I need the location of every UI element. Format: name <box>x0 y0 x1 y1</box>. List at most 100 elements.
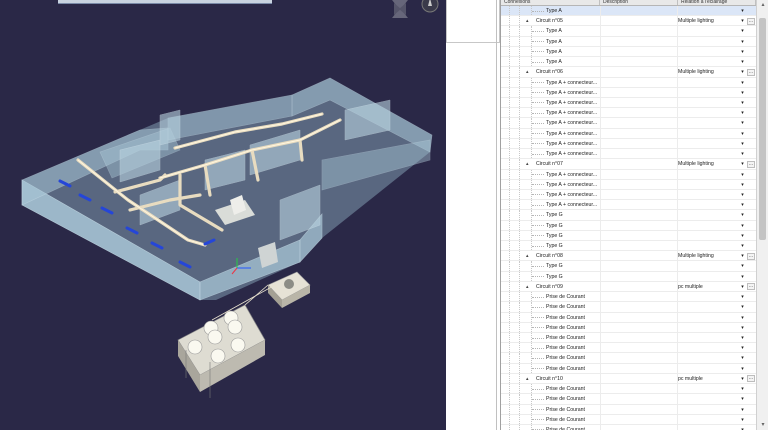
table-row[interactable]: Type G ▾ <box>501 210 757 221</box>
ellipsis-button[interactable]: ... <box>747 68 755 76</box>
table-row[interactable]: Prise de Courant ▾ <box>501 333 757 344</box>
table-row[interactable]: Type G ▾ <box>501 241 757 252</box>
dropdown-arrow-icon[interactable]: ▾ <box>739 131 746 137</box>
dropdown-arrow-icon[interactable]: ▾ <box>739 345 746 351</box>
view-cube-icon[interactable] <box>392 0 408 18</box>
description-cell[interactable] <box>600 333 679 343</box>
circuit-row[interactable]: ▴ Circuit n°08 Multiple lighting ▾... <box>501 251 757 262</box>
description-cell[interactable] <box>600 200 679 210</box>
table-row[interactable]: Prise de Courant ▾ <box>501 404 757 415</box>
description-cell[interactable] <box>600 159 679 169</box>
dropdown-arrow-icon[interactable]: ▾ <box>739 212 746 218</box>
description-cell[interactable] <box>600 220 679 230</box>
dropdown-arrow-icon[interactable]: ▾ <box>739 151 746 157</box>
ellipsis-button[interactable]: ... <box>747 252 755 260</box>
dropdown-arrow-icon[interactable]: ▾ <box>739 8 746 14</box>
vertical-scrollbar[interactable]: ▴ ▾ <box>756 0 768 430</box>
description-cell[interactable] <box>600 363 679 373</box>
scroll-down-icon[interactable]: ▾ <box>759 421 767 429</box>
dropdown-arrow-icon[interactable]: ▾ <box>739 161 746 167</box>
description-cell[interactable] <box>600 261 679 271</box>
dropdown-arrow-icon[interactable]: ▾ <box>739 253 746 259</box>
table-row[interactable]: Type A + connecteur... ▾ <box>501 189 757 201</box>
dropdown-arrow-icon[interactable]: ▾ <box>739 274 746 280</box>
circuit-row[interactable]: ▴ Circuit n°06 Multiple lighting ▾... <box>501 67 757 78</box>
circuit-tree-grid[interactable]: Connexions Description Relation à l'écla… <box>500 0 757 430</box>
ellipsis-button[interactable]: ... <box>747 283 755 291</box>
table-row[interactable]: Type A ▾ <box>501 46 757 58</box>
description-cell[interactable] <box>600 281 679 292</box>
description-cell[interactable] <box>600 353 679 363</box>
ellipsis-button[interactable]: ... <box>747 375 755 383</box>
dropdown-arrow-icon[interactable]: ▾ <box>739 28 746 34</box>
description-cell[interactable] <box>600 67 679 77</box>
dropdown-arrow-icon[interactable]: ▾ <box>739 407 746 413</box>
collapse-toggle-icon[interactable]: ▴ <box>526 376 529 382</box>
dropdown-arrow-icon[interactable]: ▾ <box>739 69 746 75</box>
description-cell[interactable] <box>600 394 679 404</box>
dropdown-arrow-icon[interactable]: ▾ <box>739 335 746 341</box>
dropdown-arrow-icon[interactable]: ▾ <box>739 172 746 178</box>
description-cell[interactable] <box>600 128 679 138</box>
dropdown-arrow-icon[interactable]: ▾ <box>739 49 746 55</box>
3d-viewport[interactable] <box>0 0 446 430</box>
collapse-toggle-icon[interactable]: ▴ <box>526 161 529 167</box>
table-row[interactable]: Type A + connecteur... ▾ <box>501 200 757 211</box>
description-cell[interactable] <box>600 36 679 46</box>
dropdown-arrow-icon[interactable]: ▾ <box>739 315 746 321</box>
dropdown-arrow-icon[interactable]: ▾ <box>739 376 746 382</box>
table-row[interactable]: Type A ▾ <box>501 26 757 37</box>
dropdown-arrow-icon[interactable]: ▾ <box>739 243 746 249</box>
dropdown-arrow-icon[interactable]: ▾ <box>739 39 746 45</box>
table-row[interactable]: Prise de Courant ▾ <box>501 424 757 430</box>
dropdown-arrow-icon[interactable]: ▾ <box>739 304 746 310</box>
table-row[interactable]: Type G ▾ <box>501 220 757 231</box>
relation-value[interactable]: Multiple lighting <box>678 69 738 75</box>
dropdown-arrow-icon[interactable]: ▾ <box>739 294 746 300</box>
description-cell[interactable] <box>600 169 679 179</box>
table-row[interactable]: Type A ▾ <box>501 36 757 47</box>
dropdown-arrow-icon[interactable]: ▾ <box>739 18 746 24</box>
description-cell[interactable] <box>600 322 679 332</box>
relation-value[interactable]: pc multiple <box>678 284 738 290</box>
description-cell[interactable] <box>600 424 679 430</box>
description-cell[interactable] <box>600 97 679 108</box>
table-row[interactable]: Type A + connecteur... ▾ <box>501 118 757 129</box>
dropdown-arrow-icon[interactable]: ▾ <box>739 141 746 147</box>
table-row[interactable]: Type A + connecteur... ▾ <box>501 77 757 88</box>
collapse-toggle-icon[interactable]: ▴ <box>526 284 529 290</box>
table-row[interactable]: Type A + connecteur... ▾ <box>501 149 757 160</box>
column-header-relation[interactable]: Relation à l'éclairage <box>678 0 756 5</box>
dropdown-arrow-icon[interactable]: ▾ <box>739 355 746 361</box>
dropdown-arrow-icon[interactable]: ▾ <box>739 59 746 65</box>
dropdown-arrow-icon[interactable]: ▾ <box>739 192 746 198</box>
column-header-description[interactable]: Description <box>600 0 678 5</box>
dropdown-arrow-icon[interactable]: ▾ <box>739 182 746 188</box>
table-row[interactable]: Type G ▾ <box>501 271 757 282</box>
description-cell[interactable] <box>600 271 679 281</box>
table-row[interactable]: Prise de Courant ▾ <box>501 414 757 425</box>
table-row[interactable]: Prise de Courant ▾ <box>501 384 757 395</box>
relation-value[interactable]: pc multiple <box>678 376 738 382</box>
description-cell[interactable] <box>600 404 679 414</box>
table-row[interactable]: Prise de Courant ▾ <box>501 302 757 313</box>
description-cell[interactable] <box>600 343 679 353</box>
dropdown-arrow-icon[interactable]: ▾ <box>739 80 746 86</box>
collapse-toggle-icon[interactable]: ▴ <box>526 69 529 75</box>
description-cell[interactable] <box>600 241 679 251</box>
table-row[interactable]: Type A + connecteur... ▾ <box>501 87 757 98</box>
dropdown-arrow-icon[interactable]: ▾ <box>739 223 746 229</box>
table-row[interactable]: Type A + connecteur... ▾ <box>501 128 757 139</box>
table-row[interactable]: Prise de Courant ▾ <box>501 394 757 405</box>
circuit-row[interactable]: ▴ Circuit n°10 pc multiple ▾... <box>501 373 757 385</box>
description-cell[interactable] <box>600 414 679 424</box>
description-cell[interactable] <box>600 384 679 394</box>
table-row[interactable]: Type A + connecteur... ▾ <box>501 179 757 190</box>
table-row[interactable]: Type A ▾ <box>501 57 757 68</box>
description-cell[interactable] <box>600 292 679 302</box>
description-cell[interactable] <box>600 373 679 384</box>
ellipsis-button[interactable]: ... <box>747 160 755 168</box>
description-cell[interactable] <box>600 302 679 312</box>
circuit-row[interactable]: ▴ Circuit n°05 Multiple lighting ▾... <box>501 16 757 27</box>
dropdown-arrow-icon[interactable]: ▾ <box>739 325 746 331</box>
